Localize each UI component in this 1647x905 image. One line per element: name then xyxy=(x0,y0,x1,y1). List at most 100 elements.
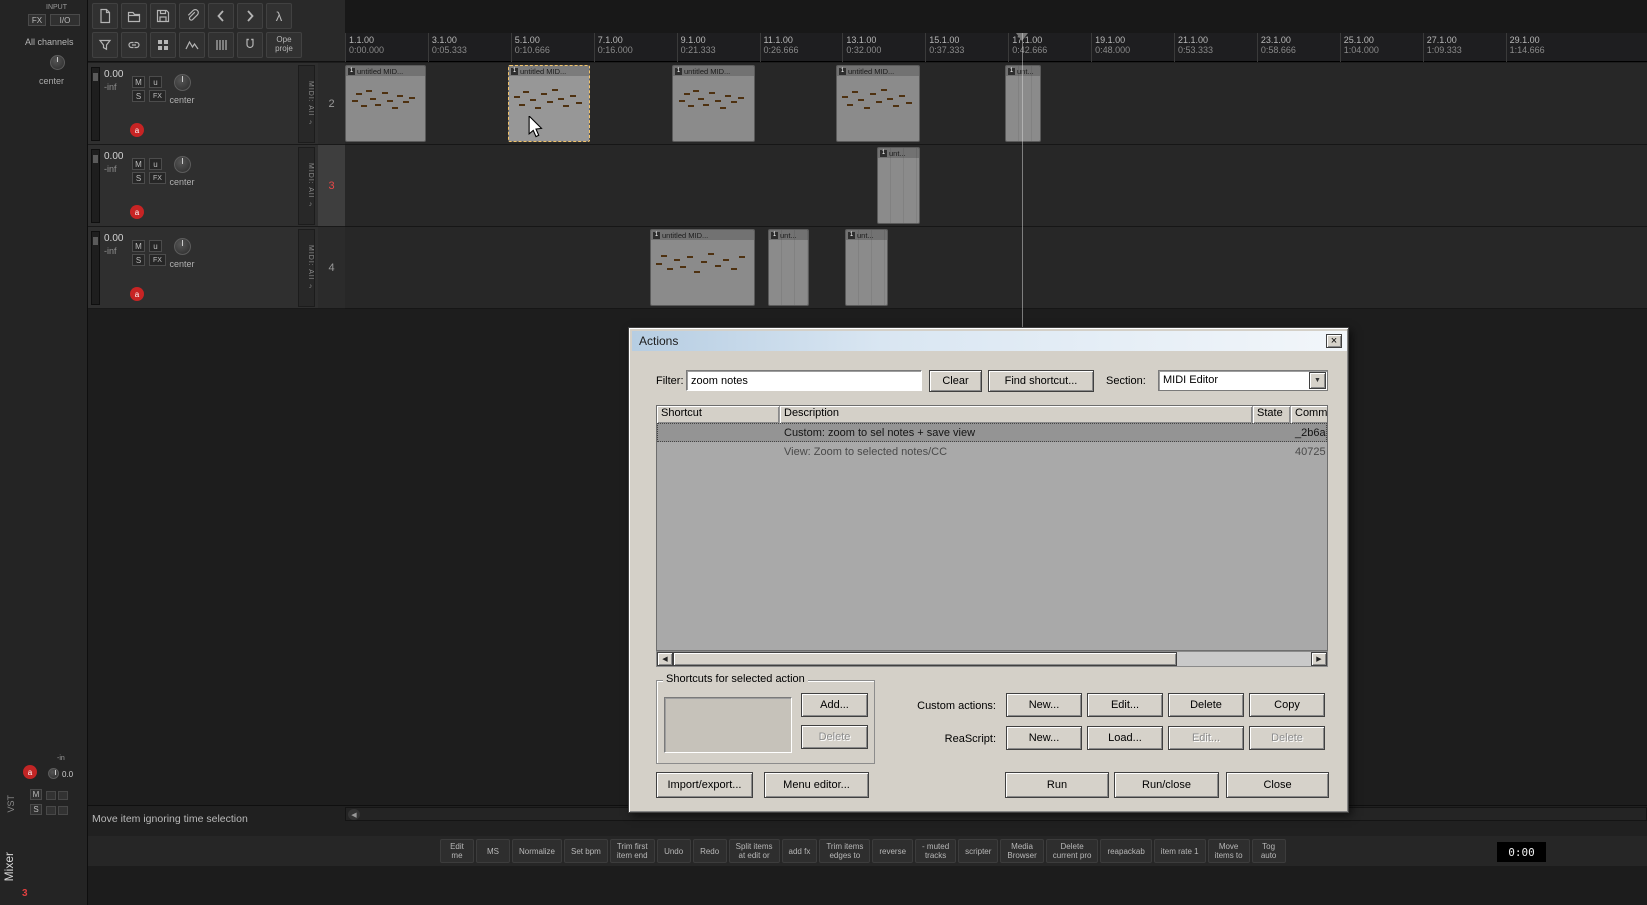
mute-button[interactable]: M xyxy=(132,240,145,252)
link-button[interactable] xyxy=(121,32,147,58)
find-shortcut-button[interactable]: Find shortcut... xyxy=(988,370,1094,392)
snap-lines-button[interactable] xyxy=(208,32,234,58)
record-arm-button[interactable]: a xyxy=(130,205,144,219)
action-row[interactable]: View: Zoom to selected notes/CC 40725 xyxy=(657,442,1327,461)
filter-button[interactable] xyxy=(92,32,118,58)
master-mute-button[interactable]: M xyxy=(30,789,42,800)
master-io-button[interactable]: I/O xyxy=(50,14,80,26)
toolbar-action-button[interactable]: reverse xyxy=(872,839,914,864)
volume-fader[interactable] xyxy=(91,149,100,223)
filter-input[interactable] xyxy=(686,370,922,391)
run-close-button[interactable]: Run/close xyxy=(1114,772,1219,798)
custom-action-new-button[interactable]: New... xyxy=(1006,693,1082,717)
column-header-command[interactable]: Command xyxy=(1291,406,1327,423)
track-panel[interactable]: 0.00 -inf M Su FX center a MIDI: All ♪ xyxy=(88,227,318,309)
toolbar-action-button[interactable]: item rate 1 xyxy=(1153,839,1206,864)
toolbar-action-button[interactable]: Trim items edges to xyxy=(819,839,871,864)
volume-fader[interactable] xyxy=(91,231,100,305)
phase-button[interactable]: u xyxy=(149,240,162,252)
toolbar-action-button[interactable]: Edit me xyxy=(440,839,474,864)
track-number[interactable]: 4 xyxy=(318,227,345,309)
metronome-button[interactable]: λ xyxy=(266,3,292,29)
reascript-new-button[interactable]: New... xyxy=(1006,726,1082,750)
delete-shortcut-button[interactable]: Delete xyxy=(801,725,868,749)
master-mini-button[interactable] xyxy=(58,806,68,815)
column-header-state[interactable]: State xyxy=(1253,406,1291,423)
toolbar-action-button[interactable]: add fx xyxy=(781,839,818,864)
toolbar-action-button[interactable]: Undo xyxy=(656,839,691,864)
toolbar-action-button[interactable]: Set bpm xyxy=(564,839,608,864)
paperclip-button[interactable] xyxy=(179,3,205,29)
pan-knob[interactable] xyxy=(174,74,191,91)
shortcuts-listbox[interactable] xyxy=(664,697,792,753)
track-number[interactable]: 2 xyxy=(318,63,345,145)
toolbar-action-button[interactable]: MS xyxy=(476,839,510,864)
media-item[interactable]: 1 untitled MID... xyxy=(836,65,920,142)
solo-button[interactable]: S xyxy=(132,90,145,102)
custom-action-copy-button[interactable]: Copy xyxy=(1249,693,1325,717)
toolbar-action-button[interactable]: Tog auto xyxy=(1251,839,1286,864)
open-project-button[interactable]: Ope proje xyxy=(266,32,302,58)
toolbar-action-button[interactable]: Media Browser xyxy=(1000,839,1044,864)
column-header-shortcut[interactable]: Shortcut xyxy=(657,406,780,423)
timeline-ruler[interactable]: 1.1.00 0:00.000 3.1.00 0:05.333 5.1.00 0:10.6… xyxy=(345,33,1647,62)
master-pan-knob[interactable] xyxy=(50,55,65,70)
close-button[interactable]: Close xyxy=(1226,772,1329,798)
master-fx-button[interactable]: FX xyxy=(28,14,46,26)
toolbar-action-button[interactable]: - muted tracks xyxy=(915,839,957,864)
toolbar-action-button[interactable]: Split items at edit or xyxy=(728,839,780,864)
track-number[interactable]: 3 xyxy=(318,145,345,227)
new-project-button[interactable] xyxy=(92,3,118,29)
media-item[interactable]: 1 untitled MID... xyxy=(345,65,426,142)
toolbar-action-button[interactable]: Normalize xyxy=(512,839,563,864)
import-export-button[interactable]: Import/export... xyxy=(656,772,753,798)
media-item[interactable]: 1 untitled MID... xyxy=(650,229,755,306)
master-strip-knob[interactable] xyxy=(48,768,59,779)
channels-label[interactable]: All channels xyxy=(25,37,74,47)
custom-action-edit-button[interactable]: Edit... xyxy=(1087,693,1163,717)
master-mini-button[interactable] xyxy=(46,791,56,800)
toolbar-action-button[interactable]: Redo xyxy=(692,839,727,864)
toolbar-action-button[interactable]: scripter xyxy=(958,839,999,864)
mixer-track-number[interactable]: 3 xyxy=(22,888,28,899)
reascript-load-button[interactable]: Load... xyxy=(1087,726,1163,750)
phase-button[interactable]: u xyxy=(149,158,162,170)
dialog-close-button[interactable]: × xyxy=(1326,334,1342,348)
action-list-hscrollbar[interactable]: ◀ ▶ xyxy=(656,651,1328,667)
media-item[interactable]: 1 unt... xyxy=(877,147,920,224)
media-item[interactable]: 1 untitled MID... xyxy=(508,65,590,142)
media-item[interactable]: 1 unt... xyxy=(768,229,809,306)
add-shortcut-button[interactable]: Add... xyxy=(801,693,868,717)
mute-button[interactable]: M xyxy=(132,76,145,88)
redo-button[interactable] xyxy=(237,3,263,29)
mute-button[interactable]: M xyxy=(132,158,145,170)
toolbar-action-button[interactable]: Trim first item end xyxy=(609,839,655,864)
pan-knob[interactable] xyxy=(174,156,191,173)
open-project-button[interactable] xyxy=(121,3,147,29)
custom-action-delete-button[interactable]: Delete xyxy=(1168,693,1244,717)
chevron-down-icon[interactable]: ▼ xyxy=(1309,372,1326,389)
solo-button[interactable]: S xyxy=(132,172,145,184)
run-button[interactable]: Run xyxy=(1005,772,1109,798)
pan-knob[interactable] xyxy=(174,238,191,255)
media-item[interactable]: 1 unt... xyxy=(845,229,888,306)
phase-button[interactable]: u xyxy=(149,76,162,88)
track-lane[interactable] xyxy=(345,145,1647,227)
toolbar-action-button[interactable]: reapackab xyxy=(1100,839,1152,864)
volume-fader[interactable] xyxy=(91,67,100,141)
track-panel[interactable]: 0.00 -inf M Su FX center a MIDI: All ♪ xyxy=(88,145,318,227)
reascript-delete-button[interactable]: Delete xyxy=(1249,726,1325,750)
menu-editor-button[interactable]: Menu editor... xyxy=(764,772,869,798)
envelope-button[interactable] xyxy=(179,32,205,58)
action-row[interactable]: Custom: zoom to sel notes + save view _2b… xyxy=(657,423,1327,442)
media-item[interactable]: 1 unt... xyxy=(1005,65,1041,142)
reascript-edit-button[interactable]: Edit... xyxy=(1168,726,1244,750)
record-arm-button[interactable]: a xyxy=(130,287,144,301)
scroll-right-button[interactable]: ▶ xyxy=(1311,652,1327,666)
arrange-scroll-left-button[interactable]: ◀ xyxy=(348,809,360,820)
solo-button[interactable]: S xyxy=(132,254,145,266)
clear-button[interactable]: Clear xyxy=(929,370,982,392)
action-list-body[interactable]: Custom: zoom to sel notes + save view _2b… xyxy=(657,423,1327,461)
master-mini-button[interactable] xyxy=(58,791,68,800)
save-project-button[interactable] xyxy=(150,3,176,29)
